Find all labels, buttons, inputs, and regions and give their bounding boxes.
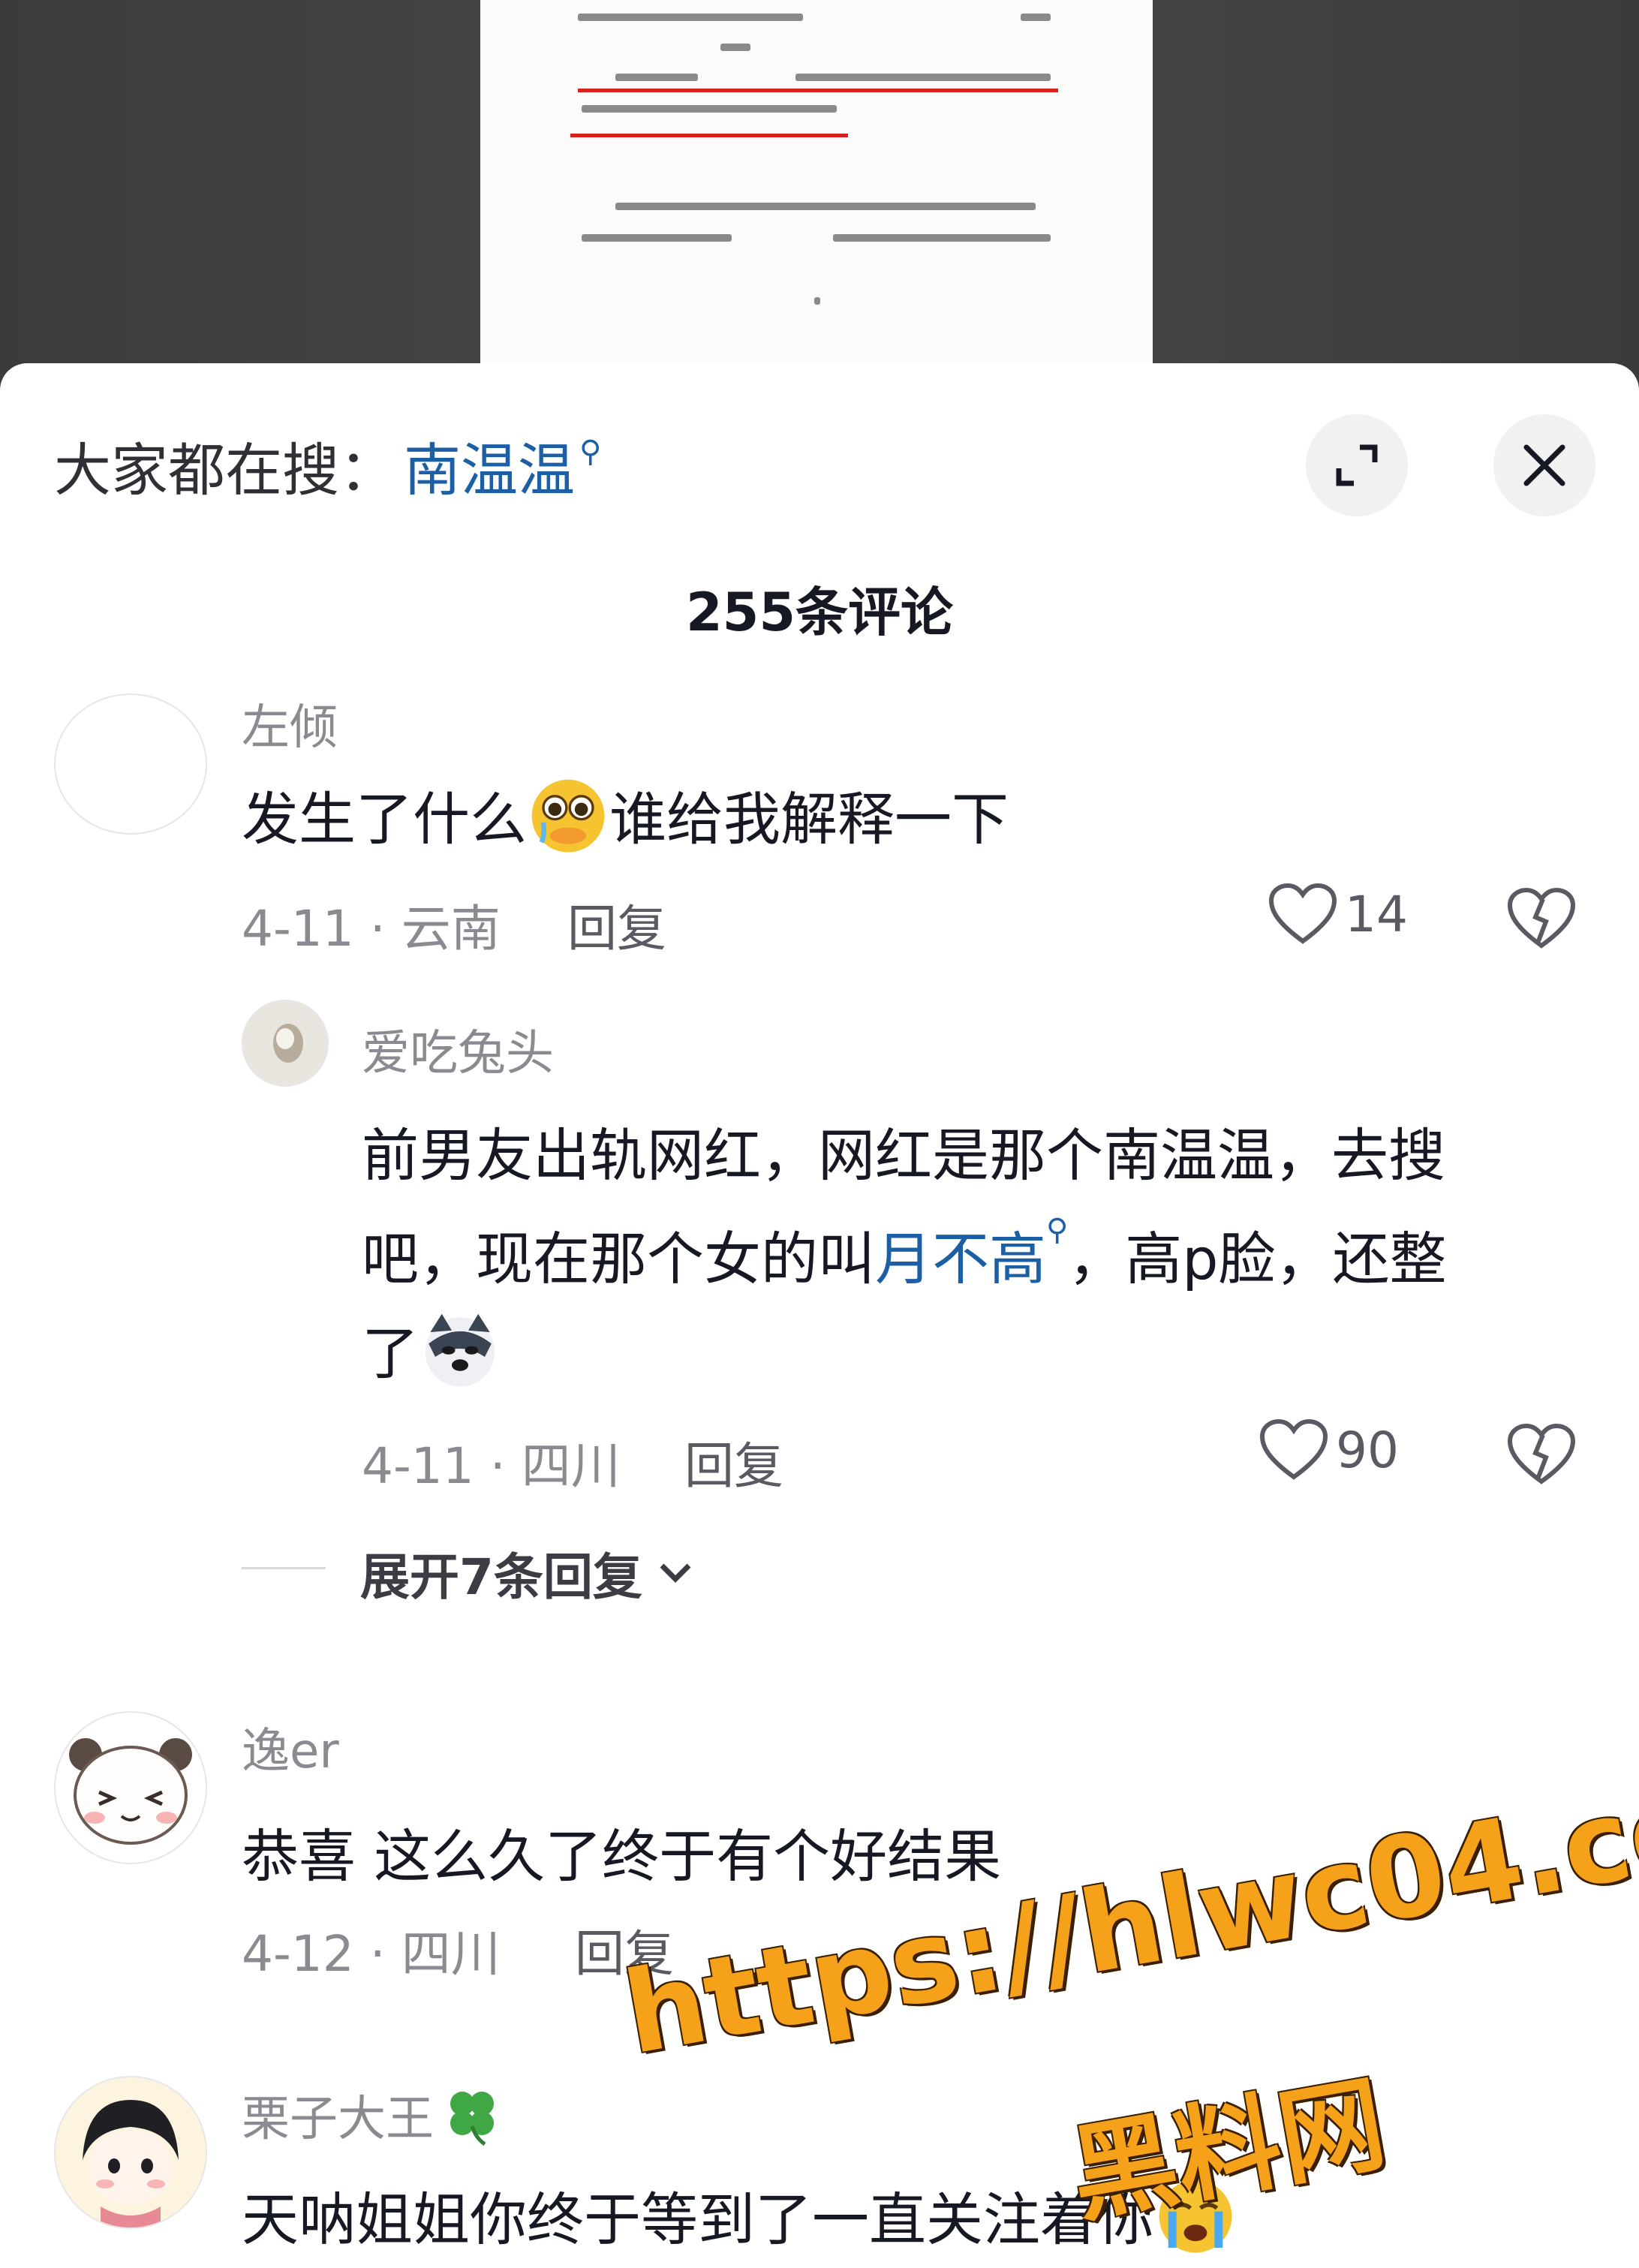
chevron-down-icon	[660, 1563, 691, 1583]
avatar[interactable]	[242, 1000, 329, 1087]
close-icon	[1523, 444, 1565, 486]
avatar[interactable]	[54, 1711, 207, 1864]
comment-username[interactable]: 逸er	[242, 1713, 339, 1782]
search-link-yuebugao[interactable]: 月不高	[875, 1226, 1046, 1292]
comment-count: 255条评论	[685, 582, 954, 643]
dislike-icon[interactable]	[1507, 1423, 1576, 1486]
reply-text-line1: 前男友出轨网红，网红是那个南温温，去搜	[362, 1122, 1445, 1189]
reply-meta: 4-11 · 四川	[362, 1437, 621, 1495]
dog-face-emoji	[425, 1313, 495, 1387]
like-button[interactable]: 14	[1268, 883, 1408, 946]
avatar[interactable]	[54, 693, 207, 835]
trending-search-keyword[interactable]: 南温温	[404, 424, 575, 507]
like-button[interactable]: 90	[1259, 1418, 1399, 1481]
heart-icon	[1268, 883, 1337, 944]
reply-button[interactable]: 回复	[684, 1426, 783, 1498]
expand-icon	[1336, 444, 1378, 486]
comment-username[interactable]: 左倾	[242, 689, 338, 758]
close-button[interactable]	[1493, 414, 1595, 516]
four-leaf-clover-emoji	[450, 2092, 494, 2146]
expand-divider	[242, 1567, 326, 1569]
reply-button[interactable]: 回复	[567, 889, 666, 961]
search-icon: ⚲	[1046, 1213, 1069, 1247]
court-document-image	[480, 0, 1153, 375]
trending-search[interactable]: 大家都在搜： 南温温 ⚲	[54, 424, 601, 507]
reply-text-line3: 了	[362, 1307, 501, 1390]
search-icon: ⚲	[579, 435, 602, 469]
comment-meta: 4-11 · 云南	[242, 900, 501, 958]
avatar-image	[56, 1713, 206, 1863]
avatar-image	[56, 2077, 206, 2227]
reply-username[interactable]: 爱吃兔头	[362, 1015, 554, 1084]
expand-button[interactable]	[1306, 414, 1408, 516]
avatar[interactable]	[54, 2076, 207, 2229]
comment-text: 发生了什么 谁给我解释一下	[242, 773, 1009, 856]
expand-replies-button[interactable]: 展开7条回复	[360, 1537, 695, 1609]
like-count: 14	[1345, 885, 1408, 943]
like-count: 90	[1336, 1421, 1399, 1479]
avatar-image	[243, 1001, 327, 1085]
comment-text: 恭喜 这么久了终于有个好结果	[242, 1823, 1002, 1890]
comment-meta: 4-12 · 四川	[242, 1925, 501, 1983]
reply-text-line2: 吧，现在那个女的叫月不高⚲，高p脸，还整	[362, 1213, 1447, 1292]
comment-username[interactable]: 栗子大王	[242, 2080, 506, 2149]
crying-pleading-emoji	[531, 779, 605, 853]
trending-search-label: 大家都在搜：	[54, 437, 396, 504]
dislike-icon[interactable]	[1507, 887, 1576, 950]
heart-icon	[1259, 1418, 1328, 1480]
